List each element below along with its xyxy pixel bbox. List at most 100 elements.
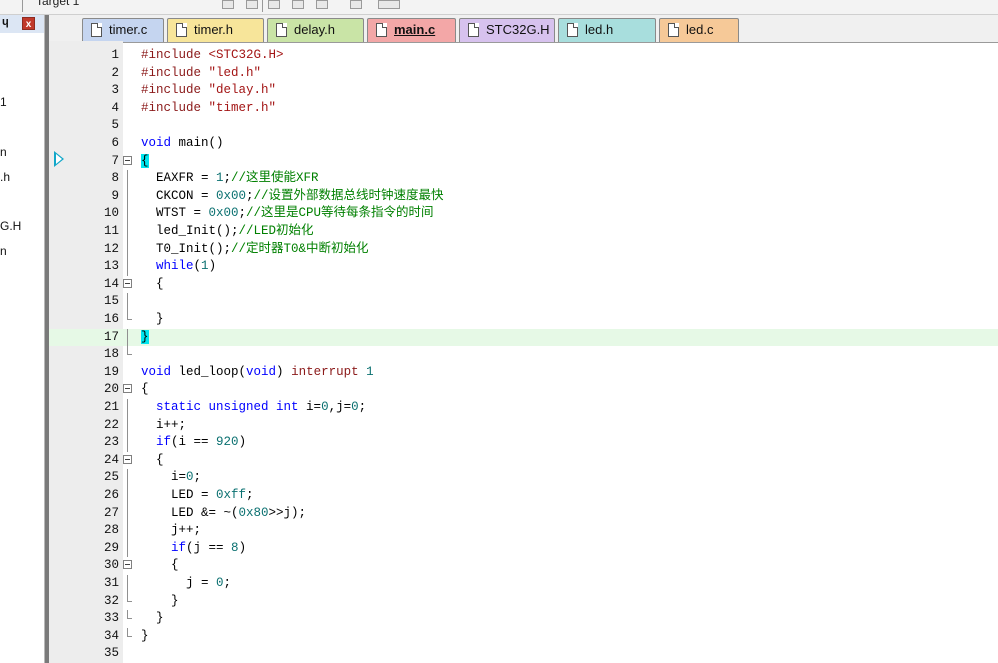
code-editor[interactable]: 1 #include <STC32G.H> 2 #include "led.h" 3 #i…: [49, 42, 998, 663]
project-tree-item[interactable]: .h: [0, 170, 10, 184]
code-line[interactable]: 20 {: [49, 381, 998, 399]
line-number: 5: [111, 118, 119, 133]
debug-icon[interactable]: [378, 0, 400, 9]
collapse-icon[interactable]: [123, 155, 132, 165]
tab-led-c[interactable]: led.c: [659, 18, 739, 42]
code-line[interactable]: 4 #include "timer.h": [49, 100, 998, 118]
collapse-icon[interactable]: [123, 384, 132, 394]
code-line[interactable]: 14 {: [49, 276, 998, 294]
code-line[interactable]: 8 EAXFR = 1;//这里使能XFR: [49, 170, 998, 188]
tab-delay-h[interactable]: delay.h: [267, 18, 364, 42]
code-line[interactable]: 30 {: [49, 557, 998, 575]
settings-icon[interactable]: [316, 0, 328, 9]
line-number: 32: [103, 593, 119, 608]
toolbar-separator: [262, 0, 263, 12]
code-line[interactable]: 17}: [49, 328, 998, 347]
code-token: {: [141, 382, 149, 397]
manage-icon[interactable]: [268, 0, 280, 9]
code-text: {: [141, 153, 149, 171]
code-line[interactable]: 5: [49, 117, 998, 135]
collapse-icon[interactable]: [123, 278, 132, 288]
code-text: if(i == 920): [141, 434, 246, 452]
project-tree-item[interactable]: n: [0, 145, 7, 159]
code-line[interactable]: 29 if(j == 8): [49, 539, 998, 558]
tab-main-c[interactable]: main.c: [367, 18, 456, 42]
code-line[interactable]: 1 #include <STC32G.H>: [49, 47, 998, 65]
code-line[interactable]: 22 i++;: [49, 416, 998, 435]
code-line[interactable]: 10 WTST = 0x00;//这里是CPU等待每条指令的时间: [49, 205, 998, 223]
build-icon[interactable]: [246, 0, 258, 9]
tab-timer-c[interactable]: timer.c: [82, 18, 164, 42]
target-selector[interactable]: Target 1: [36, 0, 79, 8]
code-line[interactable]: 35: [49, 645, 998, 663]
code-token: }: [141, 329, 149, 344]
fold-guide: [127, 328, 128, 347]
code-token: (: [193, 259, 202, 274]
code-text: }: [141, 329, 149, 347]
code-line[interactable]: 7{: [49, 153, 998, 171]
project-tree-item[interactable]: n: [0, 244, 7, 258]
code-line[interactable]: 13 while(1): [49, 258, 998, 276]
copy-icon[interactable]: [292, 0, 304, 9]
line-number: 11: [103, 224, 119, 238]
code-line[interactable]: 33 }: [49, 610, 998, 628]
code-text: void led_loop(void) interrupt 1: [141, 364, 374, 382]
project-tree-item[interactable]: 1: [0, 95, 7, 109]
code-line[interactable]: 6 void main(): [49, 135, 998, 153]
code-token: 0: [321, 400, 329, 414]
code-line[interactable]: 9 CKCON = 0x00;//设置外部数据总线时钟速度最快: [49, 187, 998, 206]
code-line[interactable]: 3 #include "delay.h": [49, 82, 998, 100]
code-line[interactable]: 11 led_Init();//LED初始化: [49, 223, 998, 241]
tab-label: timer.h: [194, 22, 234, 37]
target-options-icon[interactable]: [222, 0, 234, 9]
close-icon[interactable]: x: [22, 17, 35, 30]
fold-gutter: [123, 135, 133, 153]
line-number: 30: [103, 558, 119, 573]
code-line[interactable]: 18: [49, 346, 998, 364]
code-line[interactable]: 25 i=0;: [49, 469, 998, 487]
line-number: 21: [103, 400, 119, 414]
fold-gutter: [123, 240, 133, 259]
code-text: {: [141, 452, 164, 470]
code-token: 0x80: [238, 505, 269, 520]
line-number: 33: [103, 611, 119, 626]
tab-stc32g-h[interactable]: STC32G.H: [459, 18, 555, 42]
tab-led-h[interactable]: led.h: [558, 18, 656, 42]
project-tree-item[interactable]: G.H: [0, 219, 21, 233]
code-line[interactable]: 23 if(i == 920): [49, 434, 998, 452]
project-panel-header: ɥ x: [0, 15, 44, 33]
code-line[interactable]: 12 T0_Init();//定时器T0&中断初始化: [49, 240, 998, 259]
pin-icon[interactable]: ɥ: [2, 16, 9, 28]
collapse-icon[interactable]: [123, 454, 132, 464]
line-number: 25: [103, 470, 119, 485]
code-line[interactable]: 15: [49, 293, 998, 311]
code-line[interactable]: 2 #include "led.h": [49, 65, 998, 83]
line-number: 14: [103, 276, 119, 291]
download-icon[interactable]: [350, 0, 362, 9]
code-line[interactable]: 27 LED &= ~(0x80>>j);: [49, 504, 998, 523]
code-line[interactable]: 31 j = 0;: [49, 575, 998, 593]
code-token: i=: [298, 400, 322, 414]
tab-label: STC32G.H: [486, 22, 550, 37]
code-line[interactable]: 32 }: [49, 592, 998, 611]
tab-timer-h[interactable]: timer.h: [167, 18, 264, 42]
line-number: 18: [103, 347, 119, 362]
line-number: 3: [111, 83, 119, 98]
fold-guide: [127, 539, 128, 558]
code-line[interactable]: 19 void led_loop(void) interrupt 1: [49, 364, 998, 382]
code-line[interactable]: 34}: [49, 627, 998, 646]
fold-gutter: [123, 504, 133, 523]
line-number: 24: [103, 452, 119, 467]
code-line[interactable]: 24 {: [49, 452, 998, 470]
code-line[interactable]: 21 static unsigned int i=0,j=0;: [49, 399, 998, 417]
collapse-icon[interactable]: [123, 560, 132, 570]
code-line[interactable]: 26 LED = 0xff;: [49, 487, 998, 505]
code-line[interactable]: 28 j++;: [49, 522, 998, 540]
code-token: while: [156, 259, 194, 274]
fold-gutter: [123, 434, 133, 452]
code-line[interactable]: 16 }: [49, 311, 998, 329]
code-text: #include "delay.h": [141, 82, 276, 100]
code-text: #include <STC32G.H>: [141, 47, 284, 65]
